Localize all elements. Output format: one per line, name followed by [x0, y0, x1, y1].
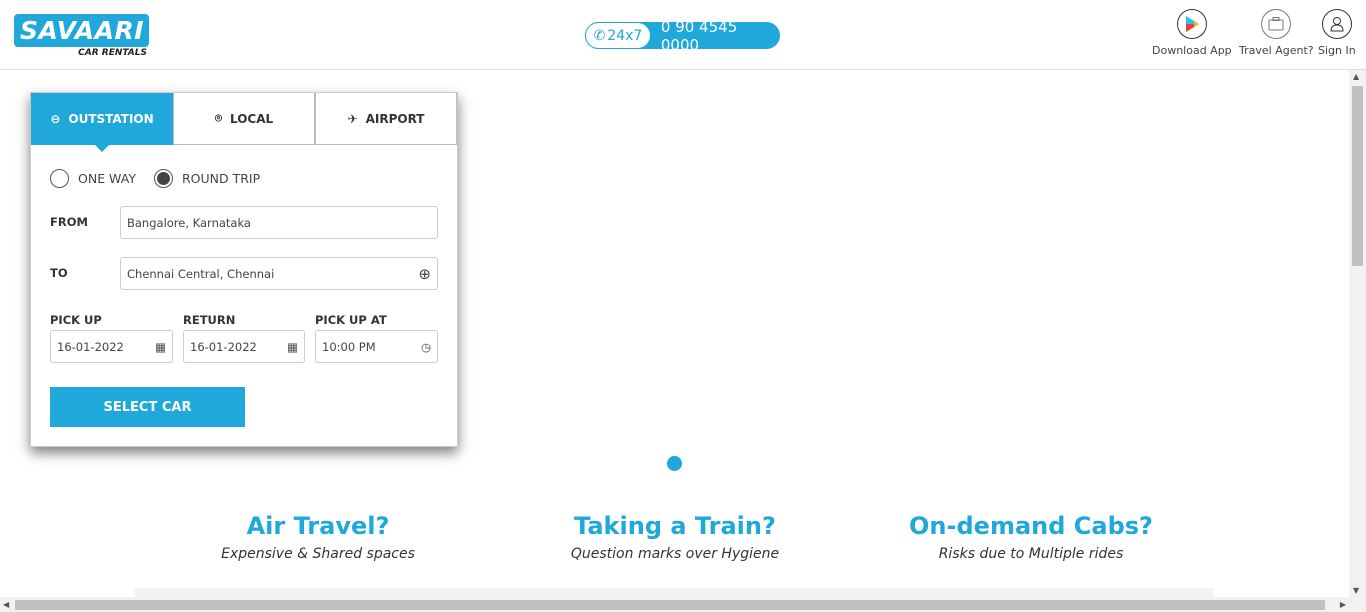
feature-cabs: On-demand Cabs? Risks due to Multiple rid…	[881, 512, 1181, 562]
from-value: Bangalore, Karnataka	[127, 215, 251, 230]
tab-local[interactable]: ⌾ LOCAL	[173, 93, 315, 145]
pickup-label: PICK UP	[50, 313, 102, 327]
to-label: TO	[50, 266, 68, 280]
phone-badge: ✆ 24x7	[585, 22, 651, 49]
feature-train: Taking a Train? Question marks over Hygie…	[525, 512, 825, 562]
sign-in-label: Sign In	[1318, 44, 1356, 57]
feature-subtitle: Risks due to Multiple rides	[938, 546, 1124, 562]
pickup-time-value: 10:00 PM	[322, 339, 376, 354]
sign-in-button[interactable]: Sign In	[1318, 9, 1356, 57]
feature-title: Taking a Train?	[574, 512, 776, 540]
download-app-label: Download App	[1152, 44, 1232, 57]
carousel-dot[interactable]	[667, 456, 682, 471]
pickup-date-input[interactable]: 16-01-2022 ▦	[50, 330, 173, 363]
briefcase-icon	[1261, 9, 1292, 39]
from-input[interactable]: Bangalore, Karnataka	[120, 206, 438, 239]
tab-label: OUTSTATION	[68, 111, 154, 126]
return-date-input[interactable]: 16-01-2022 ▦	[183, 330, 305, 363]
savaari-logo[interactable]: SAVAARI CAR RENTALS	[14, 14, 149, 58]
phone-number: 0 90 4545 0000	[660, 17, 738, 54]
pickup-date-value: 16-01-2022	[57, 339, 124, 354]
vertical-scrollbar[interactable]: ▲ ▼	[1349, 70, 1366, 597]
logo-title: SAVAARI	[14, 14, 149, 47]
radio-label: ROUND TRIP	[181, 171, 261, 186]
airplane-icon: ✈	[347, 111, 358, 126]
logo-subtitle: CAR RENTALS	[78, 48, 147, 58]
from-label: FROM	[50, 215, 88, 229]
download-app-button[interactable]: Download App	[1152, 9, 1232, 57]
travel-agent-button[interactable]: Travel Agent?	[1239, 9, 1314, 57]
travel-agent-label: Travel Agent?	[1239, 44, 1314, 57]
phone-icon: ✆	[593, 27, 606, 44]
outstation-icon: ⊖	[50, 111, 61, 126]
pickup-time-label: PICK UP AT	[315, 313, 387, 327]
tab-airport[interactable]: ✈ AIRPORT	[315, 93, 457, 145]
header: SAVAARI CAR RENTALS ✆ 24x7 0 90 4545 0000…	[0, 0, 1366, 70]
feature-subtitle: Question marks over Hygiene	[570, 546, 780, 562]
feature-title: Air Travel?	[246, 512, 390, 540]
return-label: RETURN	[183, 313, 236, 327]
calendar-icon: ▦	[287, 339, 298, 354]
scrollbar-thumb[interactable]	[15, 600, 1325, 610]
feature-subtitle: Expensive & Shared spaces	[221, 546, 415, 562]
horizontal-scrollbar[interactable]: ◀ ▶	[0, 597, 1366, 612]
phone-contact[interactable]: ✆ 24x7 0 90 4545 0000	[585, 18, 780, 54]
radio-one-way[interactable]: ONE WAY	[50, 169, 136, 188]
to-value: Chennai Central, Chennai	[127, 266, 275, 281]
tab-outstation[interactable]: ⊖ OUTSTATION	[31, 93, 173, 152]
select-car-button[interactable]: SELECT CAR	[50, 387, 245, 427]
radio-label: ONE WAY	[78, 171, 136, 186]
location-pin-icon: ⌾	[214, 111, 223, 125]
return-date-value: 16-01-2022	[190, 339, 257, 354]
scrollbar-thumb[interactable]	[1352, 86, 1363, 266]
calendar-icon: ▦	[155, 339, 166, 354]
phone-badge-text: 24x7	[607, 27, 643, 44]
feature-title: On-demand Cabs?	[909, 512, 1153, 540]
booking-widget: ⊖ OUTSTATION ⌾ LOCAL ✈ AIRPORT ONE WAY ROUN…	[30, 92, 458, 447]
tab-label: LOCAL	[230, 111, 274, 126]
feature-air-travel: Air Travel? Expensive & Shared spaces	[168, 512, 468, 562]
play-store-icon	[1176, 9, 1207, 39]
clock-icon: ◷	[420, 339, 431, 354]
user-icon	[1321, 9, 1352, 39]
pickup-time-input[interactable]: 10:00 PM ◷	[315, 330, 438, 363]
to-input[interactable]: Chennai Central, Chennai ⊕	[120, 257, 438, 290]
add-stop-icon[interactable]: ⊕	[418, 265, 431, 283]
radio-round-trip[interactable]: ROUND TRIP	[153, 169, 261, 188]
tab-label: AIRPORT	[365, 111, 425, 126]
